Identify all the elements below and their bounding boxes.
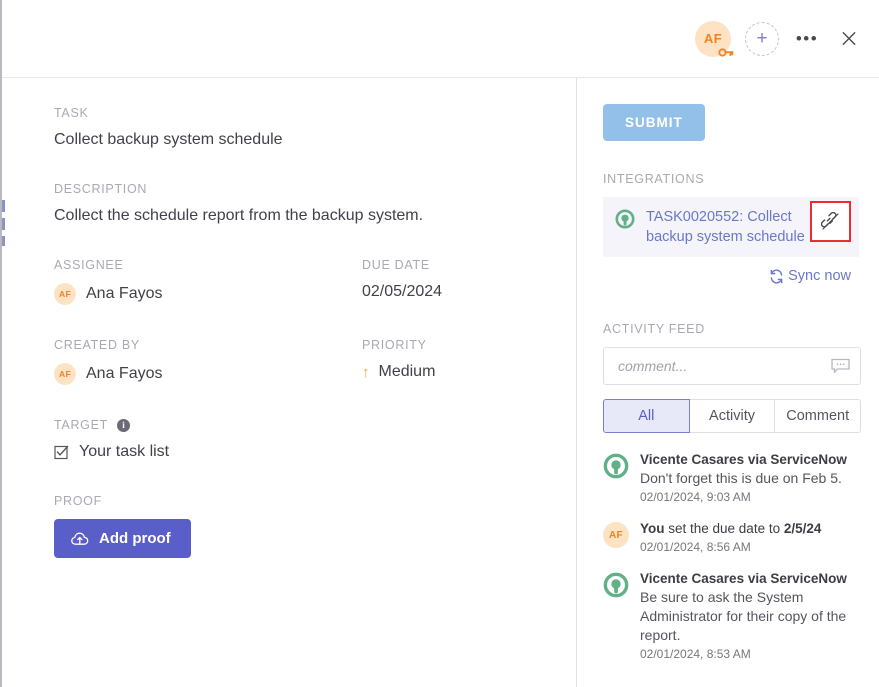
feed-timestamp: 02/01/2024, 8:56 AM (640, 540, 751, 554)
comment-box[interactable] (603, 347, 861, 385)
more-options-button[interactable]: ••• (793, 25, 821, 53)
info-icon[interactable]: i (116, 418, 130, 432)
close-button[interactable] (835, 25, 863, 53)
priority-label: PRIORITY (362, 338, 427, 352)
created-by-avatar: AF (54, 363, 76, 385)
panel-header: AF + ••• (2, 0, 879, 78)
servicenow-icon (603, 453, 629, 479)
due-date-field: DUE DATE 02/05/2024 (362, 258, 536, 305)
feed-avatar: AF (603, 520, 629, 554)
feed-item: AF You set the due date to 2/5/24 02/01/… (603, 520, 859, 554)
ellipsis-icon: ••• (795, 29, 819, 48)
description-value: Collect the schedule report from the bac… (54, 207, 424, 224)
feed-timestamp: 02/01/2024, 8:53 AM (640, 647, 751, 661)
feed-body: Vicente Casares via ServiceNow Be sure t… (640, 570, 859, 661)
cloud-upload-icon (71, 532, 89, 545)
feed-body: You set the due date to 2/5/24 02/01/202… (640, 520, 859, 554)
feed-avatar-initials: AF (603, 522, 629, 548)
left-edge-markers (2, 0, 5, 687)
add-button[interactable]: + (745, 21, 779, 56)
assignee-due-row: ASSIGNEE AF Ana Fayos DUE DATE 02/05/202… (54, 258, 536, 305)
integration-row: TASK0020552: Collect backup system sched… (603, 197, 859, 257)
unlink-icon (821, 212, 839, 230)
feed-text: Be sure to ask the System Administrator … (640, 589, 847, 643)
feed-avatar (603, 451, 629, 504)
created-by-field: CREATED BY AF Ana Fayos (54, 338, 362, 385)
panel-body: TASK Collect backup system schedule DESC… (2, 78, 879, 687)
feed-author: Vicente Casares via ServiceNow (640, 452, 847, 467)
refresh-icon (770, 269, 783, 283)
target-label-row: TARGET i (54, 418, 536, 432)
unlink-button[interactable] (810, 201, 851, 242)
header-actions: AF + ••• (695, 20, 863, 57)
activity-pane: SUBMIT INTEGRATIONS TASK0020552: Collect… (577, 78, 879, 687)
comment-icon[interactable] (831, 358, 850, 375)
target-value: Your task list (54, 443, 536, 461)
sync-now-button[interactable]: Sync now (603, 268, 851, 284)
target-field: TARGET i Your task list (54, 418, 536, 461)
tab-comment[interactable]: Comment (775, 399, 862, 433)
assignee-field: ASSIGNEE AF Ana Fayos (54, 258, 362, 305)
feed-filter-tabs: All Activity Comment (603, 399, 862, 433)
task-value: Collect backup system schedule (54, 131, 283, 148)
created-by-value: AF Ana Fayos (54, 363, 362, 385)
proof-label: PROOF (54, 494, 102, 508)
priority-value[interactable]: ↑ Medium (362, 363, 536, 381)
assignee-label: ASSIGNEE (54, 258, 124, 272)
assignee-avatar: AF (54, 283, 76, 305)
target-text: Your task list (79, 443, 170, 460)
assignee-value[interactable]: AF Ana Fayos (54, 283, 362, 305)
tab-activity[interactable]: Activity (689, 399, 776, 433)
plus-icon: + (756, 28, 768, 49)
feed-item: Vicente Casares via ServiceNow Don't for… (603, 451, 859, 504)
sync-now-label: Sync now (788, 268, 851, 284)
due-date-label: DUE DATE (362, 258, 430, 272)
task-detail-panel: AF + ••• TASK Collect backup system sche… (0, 0, 879, 687)
created-by-name: Ana Fayos (86, 365, 163, 382)
feed-text: Don't forget this is due on Feb 5. (640, 470, 842, 486)
add-proof-button[interactable]: Add proof (54, 519, 191, 558)
comment-input[interactable] (616, 357, 831, 375)
integrations-label: INTEGRATIONS (603, 172, 705, 186)
created-by-label: CREATED BY (54, 338, 140, 352)
proof-field: PROOF Add proof (54, 494, 536, 558)
feed-timestamp: 02/01/2024, 9:03 AM (640, 490, 751, 504)
feed-body: Vicente Casares via ServiceNow Don't for… (640, 451, 859, 504)
due-date-value[interactable]: 02/05/2024 (362, 283, 536, 301)
key-icon (718, 47, 734, 57)
avatar[interactable]: AF (695, 20, 734, 57)
servicenow-icon (603, 572, 629, 598)
arrow-up-icon: ↑ (362, 363, 370, 381)
checklist-icon (54, 445, 69, 459)
description-label: DESCRIPTION (54, 182, 148, 196)
priority-text: Medium (378, 363, 436, 380)
task-label: TASK (54, 106, 89, 120)
submit-button[interactable]: SUBMIT (603, 104, 705, 141)
activity-feed-label: ACTIVITY FEED (603, 322, 705, 336)
task-field: TASK Collect backup system schedule (54, 106, 536, 149)
description-field: DESCRIPTION Collect the schedule report … (54, 182, 536, 225)
servicenow-icon (615, 209, 635, 229)
createdby-priority-row: CREATED BY AF Ana Fayos PRIORITY ↑ Mediu… (54, 338, 536, 385)
tab-all[interactable]: All (603, 399, 690, 433)
feed-author: Vicente Casares via ServiceNow (640, 571, 847, 586)
add-proof-label: Add proof (99, 530, 171, 547)
target-label: TARGET (54, 418, 108, 432)
assignee-name: Ana Fayos (86, 285, 163, 302)
feed-avatar (603, 570, 629, 661)
close-icon (842, 31, 856, 46)
task-details-pane: TASK Collect backup system schedule DESC… (2, 78, 577, 687)
activity-feed-list: Vicente Casares via ServiceNow Don't for… (603, 451, 859, 661)
priority-field: PRIORITY ↑ Medium (362, 338, 536, 385)
feed-item: Vicente Casares via ServiceNow Be sure t… (603, 570, 859, 661)
feed-author: You set the due date to 2/5/24 (640, 521, 822, 536)
